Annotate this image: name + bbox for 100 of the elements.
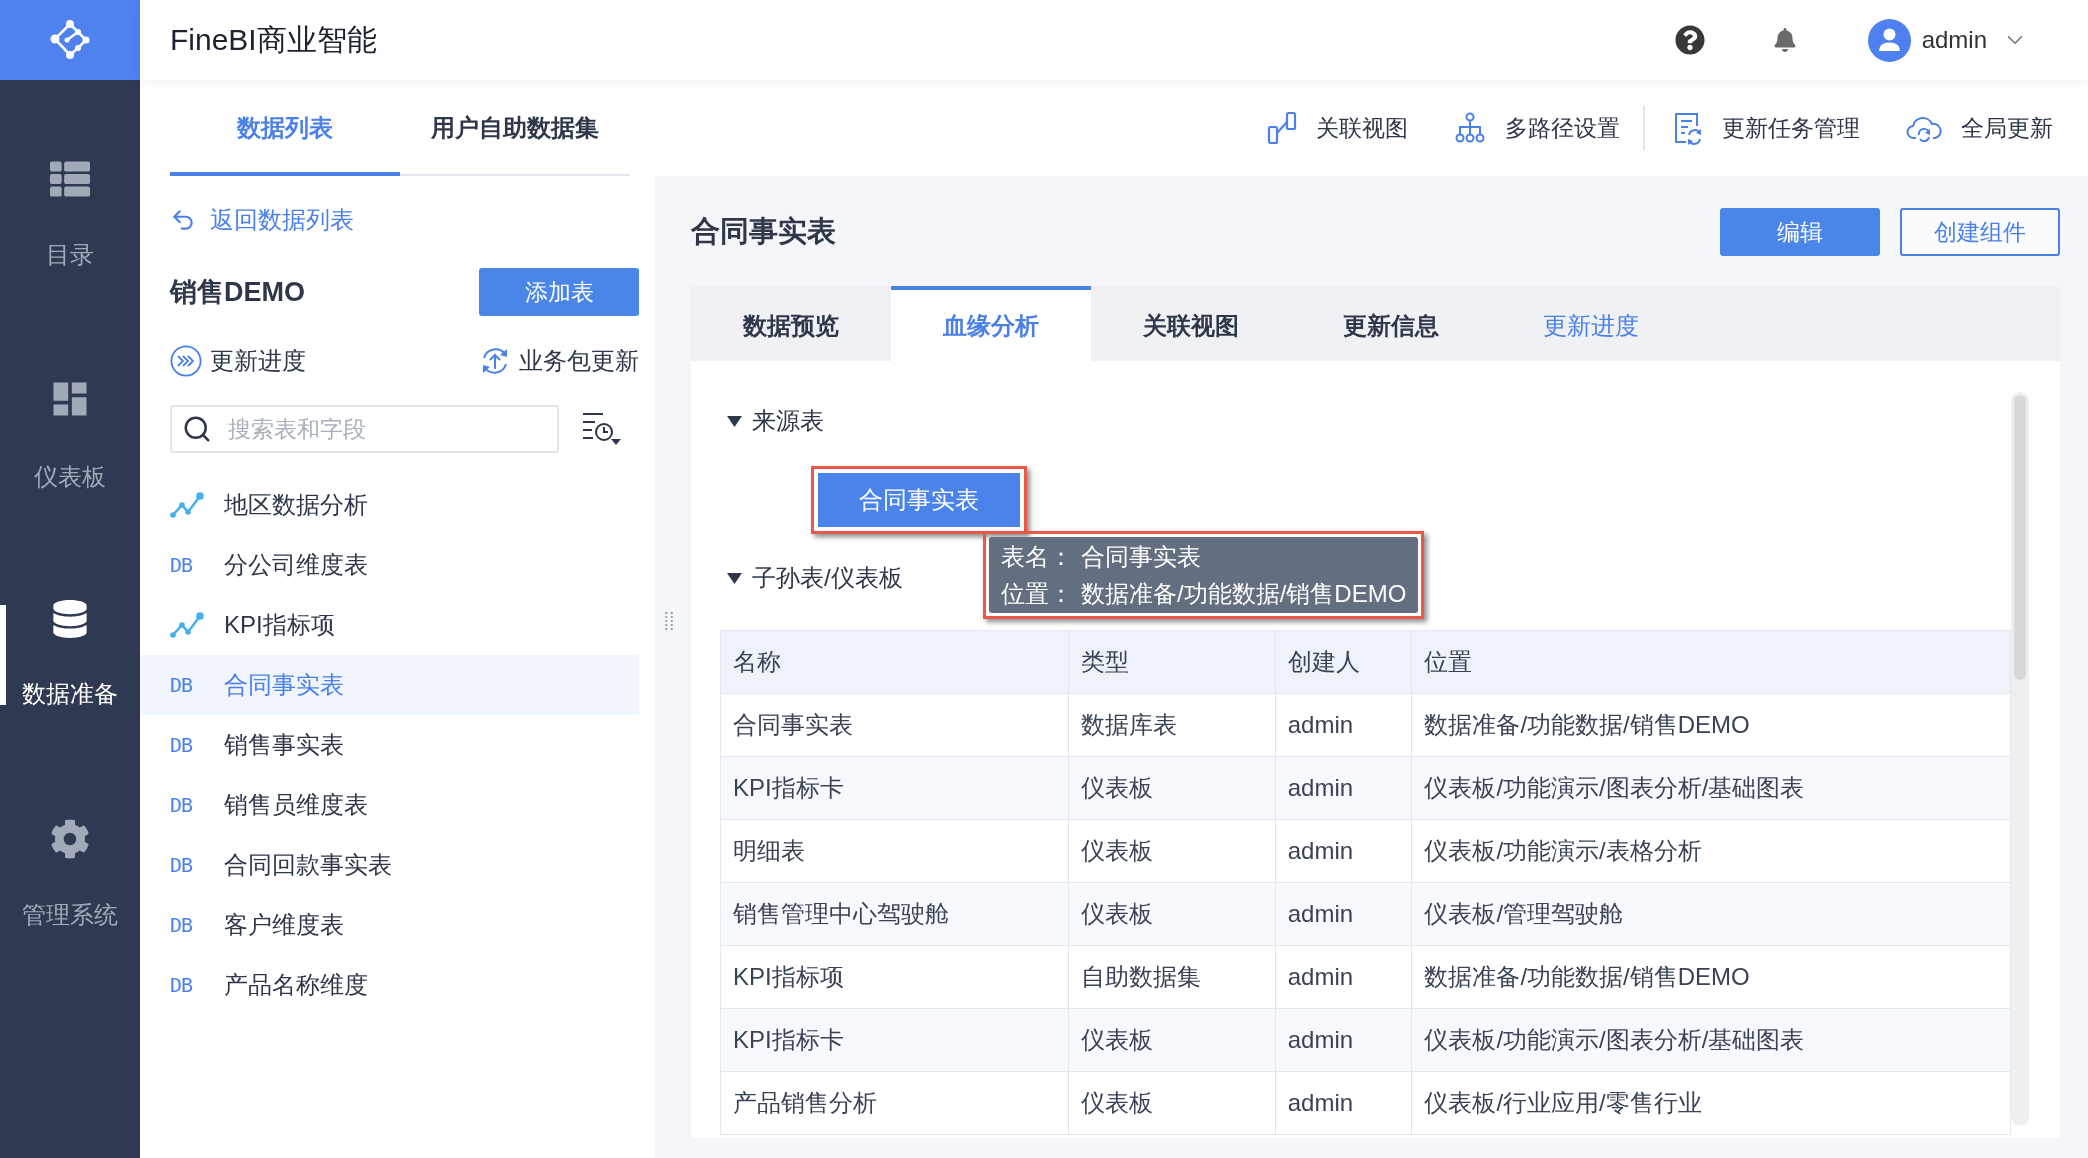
table-cell: 产品销售分析 xyxy=(720,1071,1069,1135)
relation-view-icon xyxy=(1267,111,1297,145)
db-icon: DB xyxy=(170,673,204,697)
table-cell: KPI指标卡 xyxy=(720,1008,1069,1072)
table-cell: 仪表板 xyxy=(1068,1008,1276,1072)
table-list-item[interactable]: DB 客户维度表 xyxy=(140,895,639,955)
table-cell: 仪表板/功能演示/表格分析 xyxy=(1411,819,2011,883)
column-header[interactable]: 类型 xyxy=(1068,630,1276,694)
drag-handle-icon[interactable] xyxy=(665,612,673,630)
nav-item[interactable]: 仪表板 xyxy=(0,325,140,545)
line-chart-icon xyxy=(170,611,204,639)
nav-label: 数据准备 xyxy=(22,679,118,709)
section-header[interactable]: 来源表 xyxy=(720,401,824,441)
source-table-node[interactable]: 合同事实表 xyxy=(818,473,1020,527)
detail-tab[interactable]: 更新信息 xyxy=(1291,286,1491,361)
logo-icon xyxy=(48,18,92,62)
section-header[interactable]: 子孙表/仪表板 xyxy=(720,558,903,598)
table-cell: 合同事实表 xyxy=(720,693,1069,757)
toolbar-button[interactable]: 全局更新 xyxy=(1906,112,2053,144)
table-cell: 仪表板/功能演示/图表分析/基础图表 xyxy=(1411,756,2011,820)
app-title: FineBI商业智能 xyxy=(170,21,378,58)
column-header[interactable]: 名称 xyxy=(720,630,1069,694)
table-list-item[interactable]: 地区数据分析 xyxy=(140,475,639,535)
line-chart-icon xyxy=(170,491,204,519)
cloud-refresh-icon xyxy=(1906,114,1942,142)
table-cell: admin xyxy=(1275,693,1412,757)
toolbar-button[interactable]: 关联视图 xyxy=(1267,111,1408,145)
settings-icon xyxy=(50,819,90,859)
table-cell: KPI指标卡 xyxy=(720,756,1069,820)
toolbar-button[interactable]: 更新任务管理 xyxy=(1673,111,1860,145)
update-progress-button[interactable]: 更新进度 xyxy=(170,345,306,377)
tooltip-label: 表名： xyxy=(1001,542,1073,572)
item-label: 客户维度表 xyxy=(224,910,344,940)
table-cell: 仪表板/功能演示/图表分析/基础图表 xyxy=(1411,1008,2011,1072)
item-label: 合同回款事实表 xyxy=(224,850,392,880)
db-icon: DB xyxy=(170,853,204,877)
table-title: 合同事实表 xyxy=(691,214,837,249)
back-link[interactable]: 返回数据列表 xyxy=(170,202,354,238)
list-icon xyxy=(50,159,90,199)
search-field[interactable]: 搜索表和字段 xyxy=(170,405,559,453)
table-cell: 仪表板/管理驾驶舱 xyxy=(1411,882,2011,946)
caret-icon xyxy=(727,572,742,584)
progress-icon xyxy=(170,345,202,377)
table-list-item[interactable]: DB 合同回款事实表 xyxy=(140,835,639,895)
table-cell: admin xyxy=(1275,756,1412,820)
table-cell: 明细表 xyxy=(720,819,1069,883)
item-label: 销售事实表 xyxy=(224,730,344,760)
column-header[interactable]: 位置 xyxy=(1411,630,2011,694)
column-header[interactable]: 创建人 xyxy=(1275,630,1412,694)
help-icon[interactable] xyxy=(1674,25,1705,55)
caret-icon xyxy=(727,415,742,427)
table-cell: admin xyxy=(1275,1071,1412,1135)
nav-item[interactable]: 数据准备 xyxy=(0,545,140,765)
item-label: 地区数据分析 xyxy=(224,490,368,520)
panel-tab[interactable]: 数据列表 xyxy=(170,80,400,176)
table-list-item[interactable]: DB 销售事实表 xyxy=(140,715,639,775)
edit-button[interactable]: 编辑 xyxy=(1720,208,1880,256)
table-cell: admin xyxy=(1275,819,1412,883)
user-menu-button[interactable]: admin xyxy=(1867,18,2028,62)
tooltip-value: 合同事实表 xyxy=(1081,542,1201,572)
panel-tab[interactable]: 用户自助数据集 xyxy=(400,80,630,176)
table-cell: 仪表板/行业应用/零售行业 xyxy=(1411,1071,2011,1135)
table-cell: 销售管理中心驾驶舱 xyxy=(720,882,1069,946)
tooltip-label: 位置： xyxy=(1001,579,1073,609)
bell-icon[interactable] xyxy=(1772,28,1797,52)
detail-tab[interactable]: 关联视图 xyxy=(1091,286,1291,361)
table-list-item[interactable]: DB 销售员维度表 xyxy=(140,775,639,835)
package-update-button[interactable]: 业务包更新 xyxy=(479,345,639,377)
table-cell: admin xyxy=(1275,945,1412,1009)
db-icon: DB xyxy=(170,733,204,757)
db-icon: DB xyxy=(170,913,204,937)
table-cell: 仪表板 xyxy=(1068,1071,1276,1135)
toolbar-button[interactable]: 多路径设置 xyxy=(1454,112,1620,144)
database-icon xyxy=(51,600,89,638)
scrollbar-track[interactable] xyxy=(2011,392,2029,1126)
detail-tab[interactable]: 数据预览 xyxy=(691,286,891,361)
table-list-item[interactable]: DB 分公司维度表 xyxy=(140,535,639,595)
db-icon: DB xyxy=(170,793,204,817)
nav-item[interactable]: 管理系统 xyxy=(0,765,140,985)
filter-clock-icon[interactable] xyxy=(581,411,621,447)
db-icon: DB xyxy=(170,553,204,577)
nav-item[interactable]: 目录 xyxy=(0,105,140,325)
search-icon xyxy=(182,414,212,444)
avatar-icon xyxy=(1867,18,1911,62)
scrollbar-thumb[interactable] xyxy=(2014,395,2026,680)
table-cell: 仪表板 xyxy=(1068,756,1276,820)
table-list-item[interactable]: DB 产品名称维度 xyxy=(140,955,639,1015)
table-cell: 数据库表 xyxy=(1068,693,1276,757)
table-cell: KPI指标项 xyxy=(720,945,1069,1009)
table-cell: 仪表板 xyxy=(1068,819,1276,883)
item-label: 分公司维度表 xyxy=(224,550,368,580)
table-list-item[interactable]: KPI指标项 xyxy=(140,595,639,655)
table-cell: admin xyxy=(1275,882,1412,946)
add-table-button[interactable]: 添加表 xyxy=(479,268,639,316)
table-cell: 仪表板 xyxy=(1068,882,1276,946)
back-arrow-icon xyxy=(170,207,196,233)
db-icon: DB xyxy=(170,973,204,997)
create-component-button[interactable]: 创建组件 xyxy=(1900,208,2060,256)
detail-tab[interactable]: 血缘分析 xyxy=(891,286,1091,361)
nav-label: 管理系统 xyxy=(22,900,118,930)
